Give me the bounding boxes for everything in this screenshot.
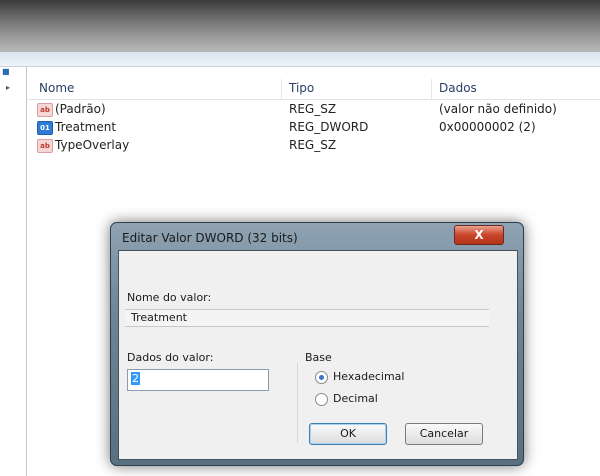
list-header: Nome Tipo Dados <box>27 79 600 100</box>
dialog-body: Nome do valor: Treatment Dados do valor:… <box>118 250 518 460</box>
dialog-title: Editar Valor DWORD (32 bits) <box>122 231 298 245</box>
column-header-type[interactable]: Tipo <box>289 81 314 95</box>
tree-node-icon: ■ <box>2 67 10 76</box>
window-frame-top <box>0 0 600 52</box>
string-value-icon: ab <box>37 103 53 117</box>
column-separator[interactable] <box>281 79 282 99</box>
value-type: REG_SZ <box>289 102 337 116</box>
cancel-button[interactable]: Cancelar <box>405 423 483 445</box>
dword-value-icon: 01 <box>37 121 53 135</box>
value-name-field: Treatment <box>125 309 489 327</box>
base-group-divider <box>297 363 298 443</box>
list-item[interactable]: 01 Treatment REG_DWORD 0x00000002 (2) <box>27 119 600 137</box>
hexadecimal-label[interactable]: Hexadecimal <box>333 370 404 383</box>
value-name: (Padrão) <box>55 102 106 116</box>
expand-arrow-icon[interactable]: ▸ <box>6 83 10 92</box>
hexadecimal-radio[interactable] <box>315 371 328 384</box>
decimal-label[interactable]: Decimal <box>333 392 378 405</box>
value-name: Treatment <box>55 120 117 134</box>
value-name-label: Nome do valor: <box>127 291 212 304</box>
value-name-text: Treatment <box>131 311 187 324</box>
value-name: TypeOverlay <box>55 138 130 152</box>
column-separator[interactable] <box>431 79 432 99</box>
edit-dword-dialog: Editar Valor DWORD (32 bits) X Nome do v… <box>110 222 524 466</box>
base-label: Base <box>305 351 332 364</box>
close-button[interactable]: X <box>454 225 504 245</box>
ok-button[interactable]: OK <box>309 423 387 445</box>
list-item[interactable]: ab TypeOverlay REG_SZ <box>27 137 600 155</box>
decimal-radio[interactable] <box>315 393 328 406</box>
column-header-name[interactable]: Nome <box>39 81 74 95</box>
value-data-label: Dados do valor: <box>127 351 214 364</box>
value-type: REG_SZ <box>289 138 337 152</box>
value-type: REG_DWORD <box>289 120 369 134</box>
address-strip <box>0 52 600 67</box>
value-data: 0x00000002 (2) <box>439 120 536 134</box>
value-data-input[interactable]: 2 <box>127 369 269 391</box>
string-value-icon: ab <box>37 139 53 153</box>
tree-pane[interactable]: ■ ▸ <box>0 67 27 476</box>
value-data-text: 2 <box>131 372 140 385</box>
value-data: (valor não definido) <box>439 102 557 116</box>
column-header-data[interactable]: Dados <box>439 81 477 95</box>
list-item[interactable]: ab (Padrão) REG_SZ (valor não definido) <box>27 101 600 119</box>
